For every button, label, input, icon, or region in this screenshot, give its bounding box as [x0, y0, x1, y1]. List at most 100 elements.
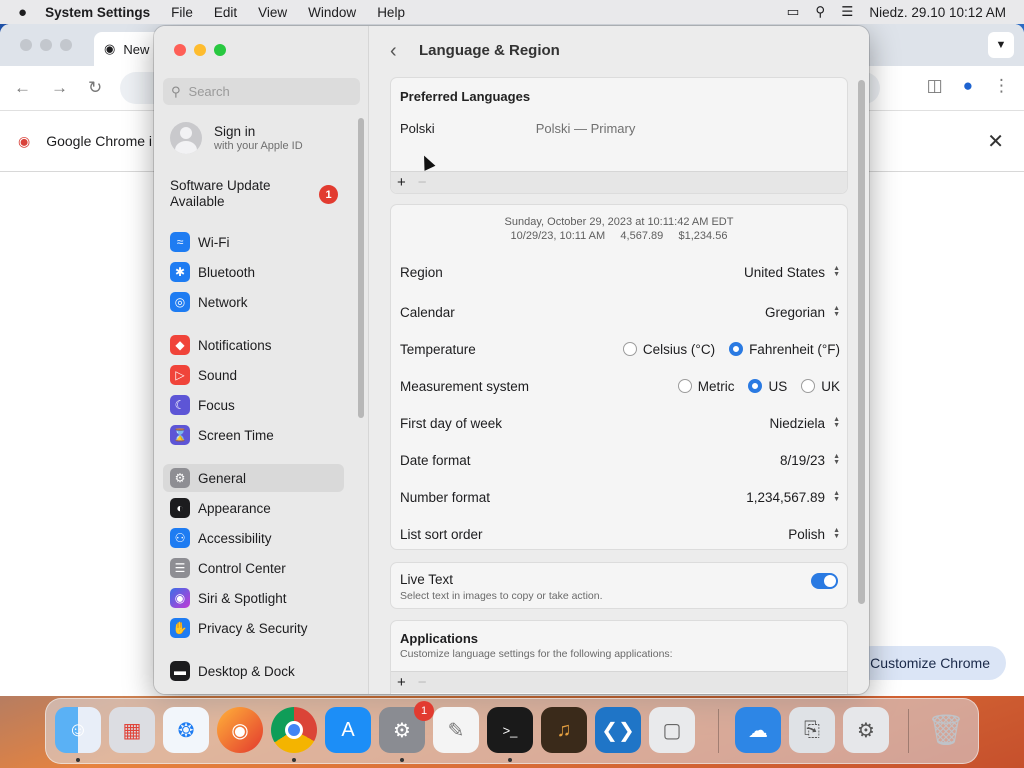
sidebar-item-general[interactable]: ⚙ General: [163, 464, 344, 492]
language-add-remove-bar: + −: [391, 171, 847, 193]
roblox-icon[interactable]: ▢: [649, 707, 695, 753]
sidebar-scrollbar[interactable]: [358, 118, 364, 418]
apple-id-signin[interactable]: Sign in with your Apple ID: [170, 122, 303, 154]
trash-icon[interactable]: 🗑: [923, 707, 969, 753]
sidebar-item-control-center[interactable]: ☰ Control Center: [163, 554, 344, 582]
menu-file[interactable]: File: [171, 5, 193, 20]
radio-on: [748, 379, 763, 393]
weather-icon[interactable]: ☁: [735, 707, 781, 753]
screen-mirroring-icon[interactable]: ▭: [787, 4, 800, 20]
first-day-value: Niedziela: [769, 415, 826, 431]
add-application-button[interactable]: +: [397, 674, 406, 691]
window-controls: [174, 44, 226, 56]
chrome-icon[interactable]: [271, 707, 317, 753]
menu-view[interactable]: View: [258, 5, 287, 20]
close-icon[interactable]: ✕: [987, 129, 1004, 154]
calendar-select[interactable]: Gregorian ▲ ▼: [765, 305, 840, 320]
remove-language-button[interactable]: −: [418, 174, 427, 191]
format-preview: Sunday, October 29, 2023 at 10:11:42 AM …: [391, 215, 847, 243]
content-scrollbar[interactable]: [858, 80, 865, 604]
sidebar-item-label: Notifications: [198, 337, 272, 353]
sidebar-item-label: General: [198, 470, 247, 486]
number-format-row: Number format 1,234,567.89 ▲ ▼: [400, 487, 840, 507]
signin-title: Sign in: [214, 124, 256, 139]
profile-icon[interactable]: ●: [963, 76, 973, 96]
menu-clock[interactable]: Niedz. 29.10 10:12 AM: [869, 5, 1006, 20]
close-window-button[interactable]: [174, 44, 186, 56]
sidebar-item-bluetooth[interactable]: ✱ Bluetooth: [163, 258, 344, 286]
search-icon: ⚲: [171, 83, 181, 99]
side-panel-icon[interactable]: ◫: [927, 76, 943, 96]
format-preview-line2: 10/29/23, 10:11 AM 4,567.89 $1,234.56: [510, 230, 728, 242]
stepper-icon: ▲ ▼: [833, 305, 840, 318]
remove-application-button[interactable]: −: [418, 674, 427, 691]
us-radio[interactable]: US: [748, 379, 787, 394]
migration-assistant-icon[interactable]: ⎘: [789, 707, 835, 753]
live-text-toggle[interactable]: [811, 573, 838, 589]
system-information-icon[interactable]: ⚙: [843, 707, 889, 753]
sort-order-select[interactable]: Polish ▲ ▼: [788, 527, 840, 542]
software-update-item[interactable]: Software Update Available: [170, 178, 310, 210]
celsius-radio[interactable]: Celsius (°C): [622, 342, 715, 357]
apple-menu-icon[interactable]: ●: [18, 4, 27, 21]
update-badge: 1: [319, 185, 338, 204]
menu-app-name[interactable]: System Settings: [45, 5, 150, 20]
spotlight-search-icon[interactable]: ⚲: [815, 4, 825, 20]
accessibility-icon: ⚇: [170, 528, 190, 548]
sidebar-item-appearance[interactable]: ◐ Appearance: [163, 494, 344, 522]
tab-search-dropdown-icon[interactable]: ▼: [988, 32, 1014, 58]
radio-off: [622, 342, 637, 356]
garageband-icon[interactable]: ♫: [541, 707, 587, 753]
uk-radio[interactable]: UK: [801, 379, 840, 394]
zoom-window-button[interactable]: [214, 44, 226, 56]
search-field[interactable]: ⚲: [163, 78, 360, 105]
sidebar-item-screen-time[interactable]: ⌛ Screen Time: [163, 421, 344, 449]
minimize-window-button[interactable]: [194, 44, 206, 56]
app-store-icon[interactable]: A: [325, 707, 371, 753]
menu-help[interactable]: Help: [377, 5, 405, 20]
first-day-select[interactable]: Niedziela ▲ ▼: [770, 416, 840, 431]
uk-label: UK: [821, 378, 840, 394]
vscode-icon[interactable]: ❮❯: [595, 707, 641, 753]
gear-icon: ⚙: [170, 468, 190, 488]
sidebar-item-wifi[interactable]: ≈ Wi-Fi: [163, 228, 344, 256]
date-format-select[interactable]: 8/19/23 ▲ ▼: [780, 453, 840, 468]
metric-radio[interactable]: Metric: [677, 379, 734, 394]
menu-edit[interactable]: Edit: [214, 5, 237, 20]
sidebar-item-label: Screen Time: [198, 427, 274, 443]
sidebar-item-focus[interactable]: ☾ Focus: [163, 391, 344, 419]
sidebar-item-sound[interactable]: ▷ Sound: [163, 361, 344, 389]
forward-arrow-icon[interactable]: →: [51, 78, 68, 98]
sidebar-item-accessibility[interactable]: ⚇ Accessibility: [163, 524, 344, 552]
back-chevron-icon[interactable]: ‹: [390, 40, 397, 63]
textedit-icon[interactable]: ✎: [433, 707, 479, 753]
sidebar-item-network[interactable]: ◎ Network: [163, 288, 344, 316]
sidebar-item-desktop-dock[interactable]: ▬ Desktop & Dock: [163, 657, 344, 685]
number-format-select[interactable]: 1,234,567.89 ▲ ▼: [746, 490, 840, 505]
safari-icon[interactable]: ❂: [163, 707, 209, 753]
firefox-icon[interactable]: ◉: [217, 707, 263, 753]
calendar-row: Calendar Gregorian ▲ ▼: [400, 302, 840, 322]
region-select[interactable]: United States ▲ ▼: [744, 265, 840, 280]
sidebar-item-notifications[interactable]: ◆ Notifications: [163, 331, 344, 359]
search-input[interactable]: [188, 84, 339, 99]
add-language-button[interactable]: +: [397, 174, 406, 191]
language-row[interactable]: Polski Polski — Primary: [391, 121, 847, 136]
radio-off: [801, 379, 816, 393]
stepper-icon: ▲ ▼: [833, 416, 840, 429]
stepper-icon: ▲ ▼: [833, 265, 840, 278]
sidebar-item-privacy[interactable]: ✋ Privacy & Security: [163, 614, 344, 642]
customize-chrome-button[interactable]: Customize Chrome: [854, 646, 1006, 680]
control-center-icon[interactable]: ☰: [841, 4, 853, 20]
sidebar: ⚲ Sign in with your Apple ID Software Up…: [154, 26, 369, 694]
fahrenheit-radio[interactable]: Fahrenheit (°F): [729, 342, 840, 357]
launchpad-icon[interactable]: ▦: [109, 707, 155, 753]
reload-icon[interactable]: ↻: [88, 78, 102, 98]
back-arrow-icon[interactable]: ←: [14, 78, 31, 98]
finder-icon[interactable]: ☺: [55, 707, 101, 753]
terminal-icon[interactable]: >_: [487, 707, 533, 753]
sidebar-item-siri[interactable]: ◉ Siri & Spotlight: [163, 584, 344, 612]
more-menu-icon[interactable]: ⋮: [993, 76, 1010, 96]
menu-window[interactable]: Window: [308, 5, 356, 20]
region-row: Region United States ▲ ▼: [400, 262, 840, 282]
